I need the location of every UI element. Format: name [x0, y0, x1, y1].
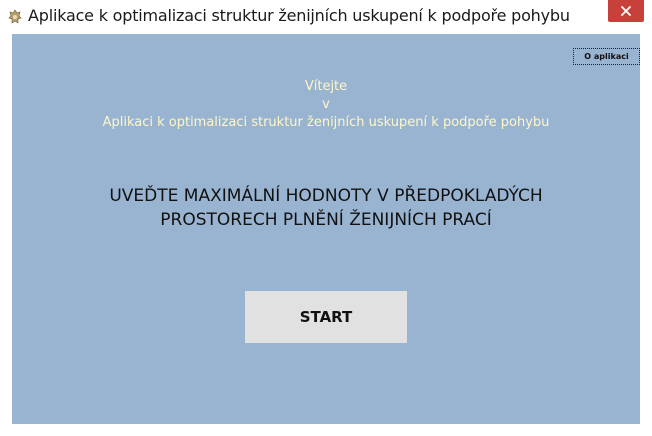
welcome-line-2: v	[322, 97, 330, 112]
welcome-text: Vítejte v Aplikaci k optimalizaci strukt…	[12, 78, 640, 132]
instruction-line-1: UVEĎTE MAXIMÁLNÍ HODNOTY V PŘEDPOKLADÝCH	[109, 186, 543, 206]
close-icon	[621, 6, 631, 16]
welcome-line-3: Aplikaci k optimalizaci struktur ženijní…	[102, 115, 550, 130]
window-title: Aplikace k optimalizaci struktur ženijní…	[28, 6, 570, 25]
title-bar[interactable]: Aplikace k optimalizaci struktur ženijní…	[0, 0, 652, 34]
close-button[interactable]	[608, 0, 644, 22]
app-window: Aplikace k optimalizaci struktur ženijní…	[0, 0, 652, 436]
instruction-line-2: PROSTORECH PLNĚNÍ ŽENIJNÍCH PRACÍ	[160, 210, 492, 230]
instruction-text: UVEĎTE MAXIMÁLNÍ HODNOTY V PŘEDPOKLADÝCH…	[12, 184, 640, 232]
main-panel: O aplikaci Vítejte v Aplikaci k optimali…	[12, 34, 640, 424]
about-button[interactable]: O aplikaci	[573, 48, 640, 65]
welcome-line-1: Vítejte	[304, 79, 348, 94]
app-crest-icon	[7, 9, 23, 25]
start-button[interactable]: START	[245, 291, 407, 343]
